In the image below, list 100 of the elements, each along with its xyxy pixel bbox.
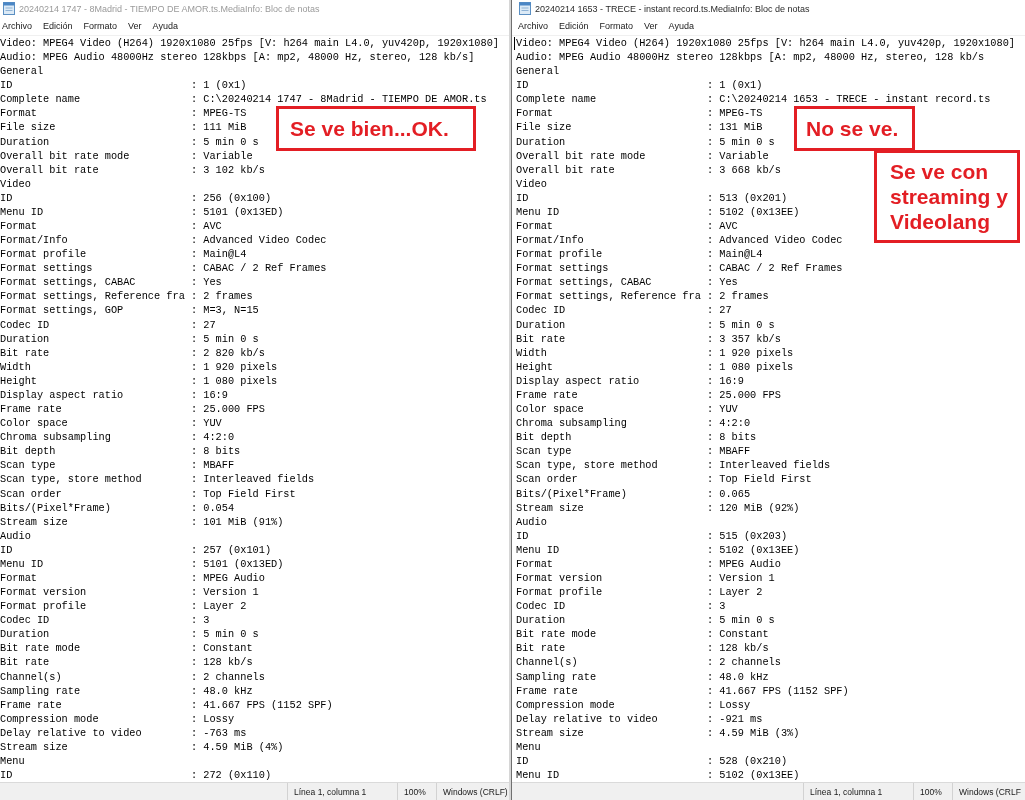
property-name: Format settings	[516, 261, 610, 276]
property-value: : 4.59 MiB (4%)	[190, 739, 284, 754]
property-value: : 25.000 FPS	[706, 387, 781, 403]
property-value: : 25.000 FPS	[190, 402, 265, 417]
property-value: : 48.0 kHz	[190, 683, 253, 698]
property-name: Bit rate	[0, 655, 51, 670]
property-value: : 41.667 FPS (1152 SPF)	[190, 697, 333, 712]
property-name: Format/Info	[0, 233, 69, 248]
property-value: : Main@L4	[706, 247, 763, 262]
property-name: Scan order	[516, 472, 579, 487]
property-value: : 2 frames	[190, 289, 253, 304]
property-value: : 5 min 0 s	[706, 317, 775, 332]
property-name: Format	[516, 106, 554, 121]
property-value: : 528 (0x210)	[706, 754, 788, 769]
property-value: : 41.667 FPS (1152 SPF)	[706, 683, 849, 698]
text-line: Audio: MPEG Audio 48000Hz stereo 128kbps [A: mp2, 48000 Hz, stereo, 128 kb/s	[516, 50, 985, 65]
property-value: : 5 min 0 s	[190, 627, 259, 642]
property-name: Duration	[0, 627, 51, 642]
cursor-position: Línea 1, columna 1	[287, 783, 397, 800]
property-name: Format version	[516, 570, 604, 586]
property-name: Channel(s)	[0, 669, 63, 684]
property-value: : CABAC / 2 Ref Frames	[190, 261, 327, 276]
property-value: : 111 MiB	[190, 120, 247, 135]
menu-item[interactable]: Ayuda	[152, 21, 178, 31]
property-name: Duration	[516, 317, 567, 332]
property-value: : 5101 (0x13ED)	[190, 204, 284, 219]
text-line: Audio	[516, 514, 547, 529]
menu-item[interactable]: Formato	[599, 21, 634, 31]
text-line: Audio	[0, 528, 31, 543]
property-name: Chroma subsampling	[0, 430, 112, 445]
property-value: : 3 102 kb/s	[190, 162, 265, 177]
property-value: : 0.065	[706, 486, 751, 501]
property-name: Stream size	[0, 514, 69, 529]
menu-item[interactable]: Ver	[644, 21, 658, 31]
property-value: : 5 min 0 s	[706, 134, 775, 149]
property-name: Duration	[516, 134, 567, 149]
property-name: Bits/(Pixel*Frame)	[516, 486, 628, 501]
property-value: : 2 frames	[706, 289, 769, 304]
property-name: Complete name	[516, 92, 598, 107]
text-line: Audio: MPEG Audio 48000Hz stereo 128kbps [A: mp2, 48000 Hz, stereo, 128 kb/s]	[0, 50, 475, 65]
property-value: : Variable	[706, 148, 769, 163]
property-name: Format settings, Reference fra	[516, 289, 702, 304]
property-name: Format profile	[0, 599, 88, 614]
menu-item[interactable]: Formato	[83, 21, 118, 31]
property-value: : 1 920 pixels	[706, 345, 794, 360]
property-name: Display aspect ratio	[516, 373, 641, 388]
property-value: : MPEG-TS	[706, 106, 763, 121]
property-value: : Interleaved fields	[190, 472, 315, 487]
menu-item[interactable]: Archivo	[518, 21, 548, 31]
property-value: : 0.054	[190, 500, 235, 515]
zoom-level: 100%	[397, 783, 436, 800]
property-value: : Yes	[190, 275, 222, 290]
property-name: Scan order	[0, 486, 63, 501]
property-value: : 5102 (0x13EE)	[706, 204, 800, 219]
property-value: : CABAC / 2 Ref Frames	[706, 261, 843, 276]
property-value: : Top Field First	[706, 472, 812, 487]
property-value: : AVC	[190, 219, 222, 234]
text-line: Video	[0, 176, 31, 191]
property-name: Bit rate mode	[0, 641, 82, 656]
property-name: Bit depth	[0, 444, 57, 459]
property-value: : 5 min 0 s	[190, 134, 259, 149]
property-value: : MBAFF	[190, 458, 235, 473]
property-value: : Main@L4	[190, 247, 247, 262]
property-value: : Advanced Video Codec	[706, 233, 843, 248]
window-title: 20240214 1747 - 8Madrid - TIEMPO DE AMOR.ts.MediaInfo: Bloc de notas	[19, 3, 320, 14]
property-name: Width	[516, 345, 548, 360]
menu-item[interactable]: Ayuda	[668, 21, 694, 31]
property-name: Scan type, store method	[0, 472, 143, 487]
property-name: Format	[516, 556, 554, 571]
property-value: : 27	[706, 303, 732, 318]
menu-item[interactable]: Edición	[559, 21, 589, 31]
text-line: Video	[516, 176, 547, 191]
property-value: : 257 (0x101)	[190, 542, 272, 557]
property-value: : 4.59 MiB (3%)	[706, 725, 800, 740]
text-line: Menu	[516, 739, 541, 754]
property-name: Bit depth	[516, 430, 573, 445]
property-name: Format	[0, 219, 38, 234]
property-name: Menu ID	[516, 542, 561, 557]
annotation-callout: No se ve.	[794, 106, 915, 151]
property-value: : MBAFF	[706, 444, 751, 459]
property-name: Format/Info	[516, 233, 585, 248]
menu-item[interactable]: Ver	[128, 21, 142, 31]
property-value: : AVC	[706, 219, 738, 234]
property-value: : 2 820 kb/s	[190, 345, 265, 360]
property-value: : MPEG Audio	[190, 570, 265, 586]
zoom-level: 100%	[913, 783, 952, 800]
property-name: Overall bit rate	[0, 162, 100, 177]
property-name: ID	[0, 78, 14, 93]
property-value: : Variable	[190, 148, 253, 163]
property-name: Format	[516, 219, 554, 234]
property-name: ID	[516, 754, 530, 769]
property-name: ID	[0, 190, 14, 205]
menu-item[interactable]: Edición	[43, 21, 73, 31]
property-name: Overall bit rate mode	[0, 148, 131, 163]
property-name: Complete name	[0, 92, 82, 107]
property-name: Height	[516, 359, 554, 374]
property-value: : Yes	[706, 275, 738, 290]
property-value: : 3	[190, 613, 210, 628]
menu-item[interactable]: Archivo	[2, 21, 32, 31]
property-name: Sampling rate	[0, 683, 82, 698]
